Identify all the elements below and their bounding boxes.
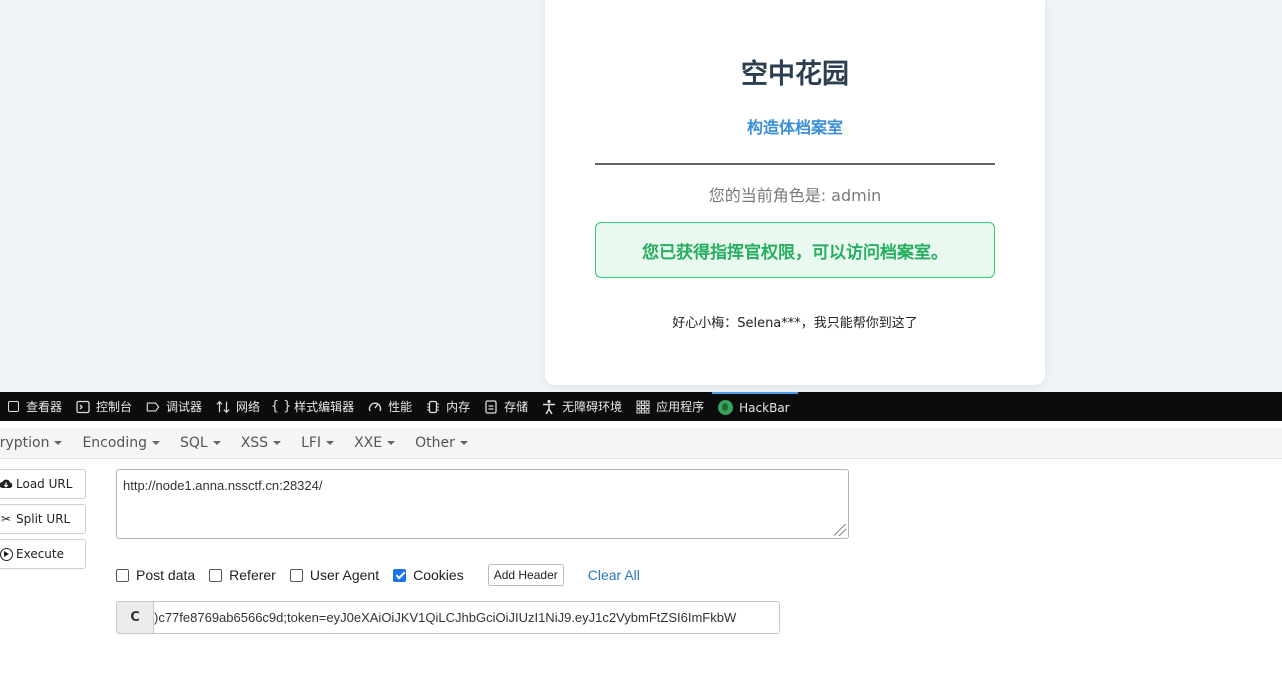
cookie-input[interactable]: )c77fe8769ab6566c9d;token=eyJ0eXAiOiJKV1… [154,602,779,633]
performance-icon [368,400,382,414]
caret-down-icon [326,441,335,445]
caret-down-icon [54,441,63,445]
caret-down-icon [459,441,468,445]
tab-application[interactable]: 应用程序 [630,392,712,421]
console-icon [76,400,90,414]
caret-down-icon [212,441,221,445]
tab-style-editor[interactable]: { } 样式编辑器 [268,392,362,421]
caret-down-icon [273,441,282,445]
inspector-icon [6,400,20,414]
current-role-text: 您的当前角色是: admin [708,186,882,205]
cookies-checkbox[interactable]: Cookies [393,567,464,583]
tab-label: HackBar [739,400,790,415]
url-textarea[interactable]: http://node1.anna.nssctf.cn:28324/ [116,469,849,539]
tab-storage[interactable]: 存储 [478,392,536,421]
url-value: http://node1.anna.nssctf.cn:28324/ [123,478,323,493]
tab-memory[interactable]: 内存 [420,392,478,421]
tab-label: 调试器 [166,400,203,414]
success-alert: 您已获得指挥官权限，可以访问档案室。 [595,222,995,278]
menu-xss[interactable]: XSS [241,435,282,451]
tab-network[interactable]: 网络 [210,392,268,421]
tab-console[interactable]: 控制台 [70,392,140,421]
tab-label: 无障碍环境 [562,400,623,414]
resize-grip-icon[interactable] [834,524,846,536]
archive-card: 空中花园 构造体档案室 您的当前角色是: admin 您已获得指挥官权限，可以访… [545,0,1045,385]
tab-label: 查看器 [26,400,63,414]
caret-down-icon [151,441,160,445]
tab-inspector[interactable]: 查看器 [0,392,70,421]
debugger-icon [146,400,160,414]
caret-down-icon [387,441,396,445]
referer-checkbox[interactable]: Referer [209,567,276,583]
cloud-download-icon [0,477,13,491]
style-editor-icon: { } [270,399,292,414]
tab-label: 应用程序 [656,400,705,414]
menu-encoding[interactable]: Encoding [82,435,160,451]
checkbox-box[interactable] [209,568,223,582]
scissors-icon: ✂ [0,512,12,526]
tab-label: 网络 [236,400,261,414]
menu-sql[interactable]: SQL [180,435,221,451]
divider [595,163,995,165]
menu-lfi[interactable]: LFI [301,435,335,451]
menu-encryption[interactable]: cryption [0,435,63,451]
cookie-prefix-label: C [117,602,154,633]
accessibility-icon [542,399,556,414]
tab-label: 性能 [388,400,413,414]
page-viewport: 空中花园 构造体档案室 您的当前角色是: admin 您已获得指挥官权限，可以访… [0,0,1282,392]
cookie-input-group: C )c77fe8769ab6566c9d;token=eyJ0eXAiOiJK… [116,601,780,634]
tab-hackbar[interactable]: HackBar [712,392,798,421]
play-circle-icon [0,547,13,561]
tab-debugger[interactable]: 调试器 [140,392,210,421]
network-icon [216,400,230,414]
tab-accessibility[interactable]: 无障碍环境 [536,392,630,421]
tab-label: 存储 [504,400,529,414]
checkbox-box-checked[interactable] [393,568,407,582]
memory-icon [426,400,440,414]
execute-button[interactable]: Execute [0,539,86,569]
application-icon [636,400,650,414]
devtools-toolbar: 查看器 控制台 调试器 网络 { } 样式编辑器 性能 内存 存储 无障碍环境 … [0,392,1282,421]
menu-other[interactable]: Other [415,435,468,451]
storage-icon [484,399,498,414]
tab-label: 控制台 [96,400,133,414]
hackbar-icon [718,400,734,415]
tab-label: 样式编辑器 [294,400,355,414]
tab-label: 内存 [446,400,471,414]
tab-performance[interactable]: 性能 [362,392,420,421]
post-data-checkbox[interactable]: Post data [116,567,195,583]
load-url-button[interactable]: Load URL [0,469,86,499]
checkbox-box[interactable] [116,568,129,582]
hint-text: 好心小梅：Selena***，我只能帮你到这了 [672,316,918,331]
options-row: Post data Referer User Agent Cookies Add… [116,563,640,587]
menu-xxe[interactable]: XXE [354,435,396,451]
checkbox-box[interactable] [289,568,303,582]
hackbar-menu: cryption Encoding SQL XSS LFI XXE Other [0,428,1282,459]
user-agent-checkbox[interactable]: User Agent [289,567,379,583]
split-url-button[interactable]: ✂ Split URL [0,504,86,534]
page-title: 空中花园 [741,59,849,90]
page-subtitle: 构造体档案室 [746,118,843,137]
clear-all-link[interactable]: Clear All [588,567,640,583]
add-header-button[interactable]: Add Header [487,564,564,586]
